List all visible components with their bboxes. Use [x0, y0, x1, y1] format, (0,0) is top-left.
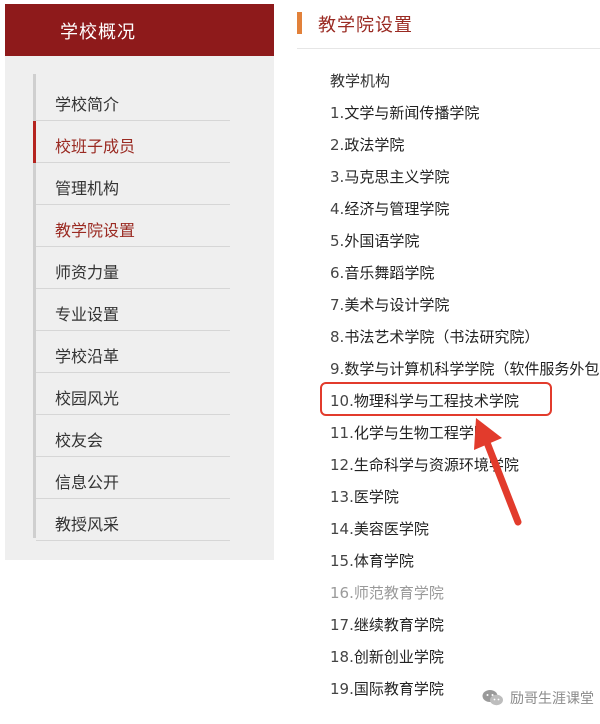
college-number: 19. [330, 680, 354, 698]
college-name: 经济与管理学院 [344, 200, 450, 218]
sidebar-item-school-intro[interactable]: 学校简介 [36, 79, 230, 121]
active-marker [33, 121, 36, 163]
college-name: 继续教育学院 [353, 616, 444, 634]
section-heading: 教学机构 [330, 72, 391, 90]
arrow-icon [474, 418, 522, 526]
college-name: 体育学院 [353, 552, 414, 570]
sidebar-item-label: 信息公开 [55, 473, 120, 492]
college-name: 马克思主义学院 [344, 168, 450, 186]
college-name: 医学院 [353, 488, 399, 506]
sidebar-item-info-disclosure[interactable]: 信息公开 [36, 457, 230, 499]
college-link[interactable]: 14.美容医学院 [330, 518, 600, 542]
watermark-text: 励哥生涯课堂 [510, 691, 594, 707]
college-link[interactable]: 3.马克思主义学院 [330, 166, 600, 190]
college-link[interactable]: 4.经济与管理学院 [330, 198, 600, 222]
sidebar-item-campus-scenery[interactable]: 校园风光 [36, 373, 230, 415]
college-link[interactable]: 12.生命科学与资源环境学院 [330, 454, 600, 478]
sidebar-item-alumni[interactable]: 校友会 [36, 415, 230, 457]
college-name: 美术与设计学院 [344, 296, 450, 314]
college-name: 创新创业学院 [353, 648, 444, 666]
college-number: 4. [330, 200, 345, 218]
college-link[interactable]: 13.医学院 [330, 486, 600, 510]
college-number: 12. [330, 456, 354, 474]
college-link[interactable]: 18.创新创业学院 [330, 646, 600, 670]
sidebar-item-label: 校园风光 [55, 389, 120, 408]
college-link[interactable]: 5.外国语学院 [330, 230, 600, 254]
sidebar-item-label: 校班子成员 [55, 137, 136, 156]
watermark: 励哥生涯课堂 [482, 688, 594, 708]
college-number: 2. [330, 136, 345, 154]
sidebar-item-label: 教授风采 [55, 515, 120, 534]
sidebar-item-label: 管理机构 [55, 179, 120, 198]
sidebar-item-label: 教学院设置 [55, 221, 136, 240]
college-name: 政法学院 [344, 136, 405, 154]
college-number: 3. [330, 168, 345, 186]
college-link[interactable]: 16.师范教育学院 [330, 582, 600, 606]
college-name: 国际教育学院 [353, 680, 444, 698]
college-number: 18. [330, 648, 354, 666]
college-name: 数学与计算机科学学院（软件服务外包 [344, 360, 600, 378]
college-name: 文学与新闻传播学院 [344, 104, 480, 122]
college-number: 17. [330, 616, 354, 634]
sidebar-item-history[interactable]: 学校沿革 [36, 331, 230, 373]
college-number: 15. [330, 552, 354, 570]
college-name: 书法艺术学院（书法研究院） [344, 328, 540, 346]
highlight-box [320, 382, 552, 416]
college-number: 8. [330, 328, 345, 346]
college-link[interactable]: 7.美术与设计学院 [330, 294, 600, 318]
sidebar-item-majors[interactable]: 专业设置 [36, 289, 230, 331]
college-number: 9. [330, 360, 345, 378]
sidebar-title: 学校概况 [60, 22, 136, 43]
college-number: 13. [330, 488, 354, 506]
college-link[interactable]: 8.书法艺术学院（书法研究院） [330, 326, 600, 350]
college-number: 5. [330, 232, 345, 250]
college-number: 14. [330, 520, 354, 538]
sidebar-header: 学校概况 [5, 4, 274, 56]
sidebar-item-label: 师资力量 [55, 263, 120, 282]
college-link[interactable]: 15.体育学院 [330, 550, 600, 574]
college-link[interactable]: 2.政法学院 [330, 134, 600, 158]
college-name: 师范教育学院 [353, 584, 444, 602]
page-title: 教学院设置 [318, 15, 413, 36]
college-link[interactable]: 6.音乐舞蹈学院 [330, 262, 600, 286]
college-number: 1. [330, 104, 345, 122]
college-number: 11. [330, 424, 354, 442]
sidebar-item-admin-bodies[interactable]: 管理机构 [36, 163, 230, 205]
wechat-icon [482, 690, 503, 706]
sidebar-item-leadership[interactable]: 校班子成员 [33, 121, 230, 163]
sidebar-item-label: 学校沿革 [55, 347, 120, 366]
college-link[interactable]: 17.继续教育学院 [330, 614, 600, 638]
college-name: 美容医学院 [353, 520, 429, 538]
college-number: 16. [330, 584, 354, 602]
sidebar-item-colleges[interactable]: 教学院设置 [36, 205, 230, 247]
title-divider [297, 48, 600, 49]
college-name: 音乐舞蹈学院 [344, 264, 435, 282]
title-accent-bar [297, 12, 302, 34]
college-number: 7. [330, 296, 345, 314]
college-link[interactable]: 1.文学与新闻传播学院 [330, 102, 600, 126]
sidebar-item-label: 专业设置 [55, 305, 120, 324]
sidebar-item-faculty[interactable]: 师资力量 [36, 247, 230, 289]
college-link[interactable]: 11.化学与生物工程学院 [330, 422, 600, 446]
sidebar-item-label: 校友会 [55, 431, 104, 450]
college-number: 6. [330, 264, 345, 282]
sidebar-item-professors[interactable]: 教授风采 [36, 499, 230, 541]
sidebar-item-label: 学校简介 [55, 95, 120, 114]
college-name: 外国语学院 [344, 232, 420, 250]
college-link[interactable]: 9.数学与计算机科学学院（软件服务外包 [330, 358, 600, 382]
